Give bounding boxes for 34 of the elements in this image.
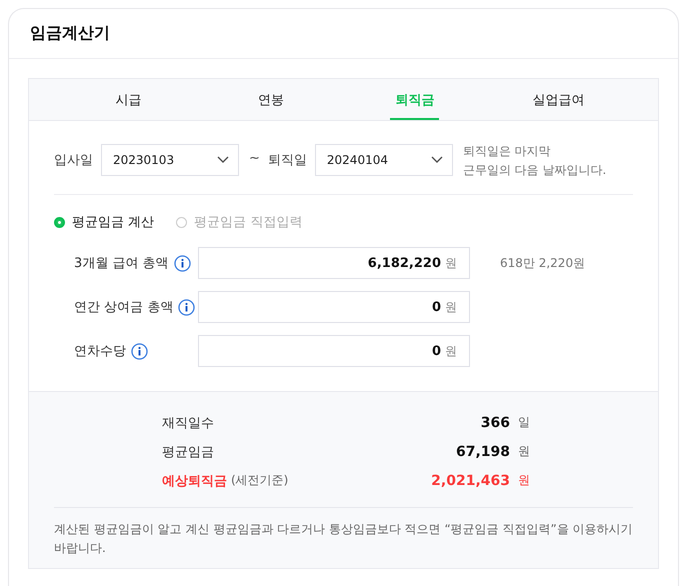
range-separator: ~ [249, 151, 260, 166]
notice-text: 계산된 평균임금이 알고 계신 평균임금과 다르거나 통상임금보다 적으면 “평균임금 직접입력”을 이용하시기 바랍니다. [54, 507, 633, 558]
result-note: (세전기준) [231, 472, 288, 489]
field-label: 연간 상여금 총액 [74, 299, 174, 316]
chevron-down-icon [430, 156, 443, 164]
result-unit: 원 [518, 443, 530, 460]
result-label: 재직일수 [162, 414, 214, 432]
result-label: 예상퇴직금 [162, 472, 227, 490]
field-label: 3개월 급여 총액 [74, 255, 169, 272]
mode-radio[interactable]: 평균임금 계산 [54, 213, 154, 231]
result-label: 평균임금 [162, 444, 214, 460]
tab[interactable]: 연봉 [200, 79, 342, 120]
result-value: 366 [480, 414, 510, 430]
chevron-down-icon [217, 156, 229, 164]
result-value: 67,198 [454, 444, 510, 460]
result-unit: 일 [518, 414, 530, 431]
amount-reading: 618만 2,220원 [500, 254, 586, 272]
start-date-label: 입사일 [54, 152, 93, 169]
result-unit: 원 [518, 472, 530, 489]
end-date-select[interactable]: 20240104 [314, 144, 453, 176]
result-value: 2,021,463 [430, 472, 510, 488]
info-icon[interactable] [174, 254, 191, 272]
amount-field[interactable]: 0 원 [198, 335, 470, 367]
tab[interactable]: 시급 [57, 79, 200, 120]
field-label: 연차수당 [74, 343, 126, 360]
amount-field[interactable]: 6,182,220 원 [198, 247, 470, 279]
amount-field[interactable]: 0 원 [198, 291, 470, 323]
end-date-label: 퇴직일 [268, 152, 307, 169]
start-date-select[interactable]: 20230103 [101, 144, 239, 176]
info-icon[interactable] [178, 298, 196, 316]
date-hint: 퇴직일은 마지막 근무일의 다음 날짜입니다. [462, 143, 606, 179]
tab[interactable]: 실업급여 [487, 79, 630, 120]
card-title: 임금계산기 [30, 23, 110, 44]
info-icon[interactable] [131, 342, 148, 360]
